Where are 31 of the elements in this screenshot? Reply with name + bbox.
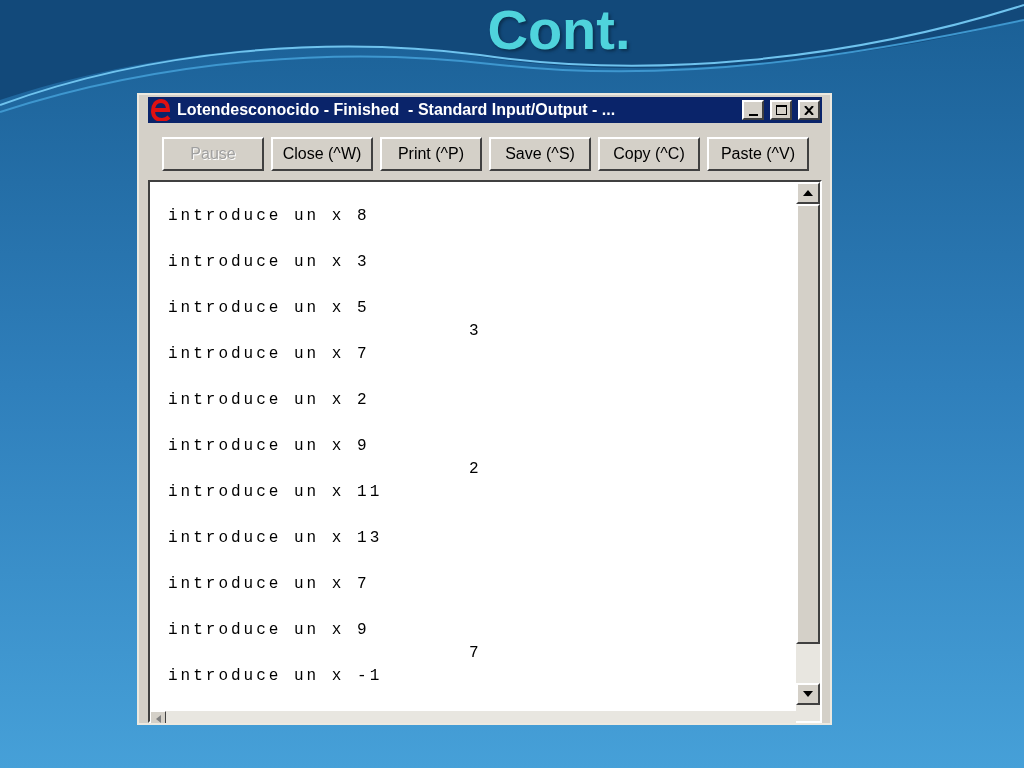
toolbar-button[interactable]: Copy (^C) <box>598 137 700 171</box>
minimize-button[interactable] <box>742 100 764 120</box>
output-line: introduce un x 9 <box>168 436 370 457</box>
output-line: introduce un x 5 <box>168 298 370 319</box>
window-title: Lotendesconocido - Finished - Standard Input/Output - ... <box>177 100 617 120</box>
horizontal-scrollbar[interactable] <box>150 711 796 723</box>
scroll-left-icon[interactable] <box>150 711 166 723</box>
vertical-scrollbar[interactable] <box>796 182 820 721</box>
output-line: introduce un x 7 <box>168 344 370 365</box>
toolbar-button[interactable]: Close (^W) <box>271 137 373 171</box>
result-value: 2 <box>469 460 482 478</box>
toolbar-button[interactable]: Print (^P) <box>380 137 482 171</box>
output-line: introduce un x 2 <box>168 390 370 411</box>
toolbar-button[interactable]: Paste (^V) <box>707 137 809 171</box>
result-value: 7 <box>469 644 482 662</box>
app-logo-icon <box>151 99 171 121</box>
output-line: introduce un x 3 <box>168 252 370 273</box>
output-line: introduce un x 13 <box>168 528 383 549</box>
maximize-button[interactable] <box>770 100 792 120</box>
scroll-down-icon[interactable] <box>796 683 820 705</box>
scroll-up-icon[interactable] <box>796 182 820 204</box>
output-line: introduce un x 9 <box>168 620 370 641</box>
output-line: introduce un x 11 <box>168 482 383 503</box>
close-icon[interactable] <box>798 100 820 120</box>
scroll-thumb[interactable] <box>796 204 820 644</box>
output-line: introduce un x 7 <box>168 574 370 595</box>
output-line: introduce un x -1 <box>168 666 383 687</box>
result-value: 3 <box>469 322 482 340</box>
output-line: introduce un x 8 <box>168 206 370 227</box>
slide-title: Cont. <box>487 0 631 60</box>
toolbar-button[interactable]: Save (^S) <box>489 137 591 171</box>
